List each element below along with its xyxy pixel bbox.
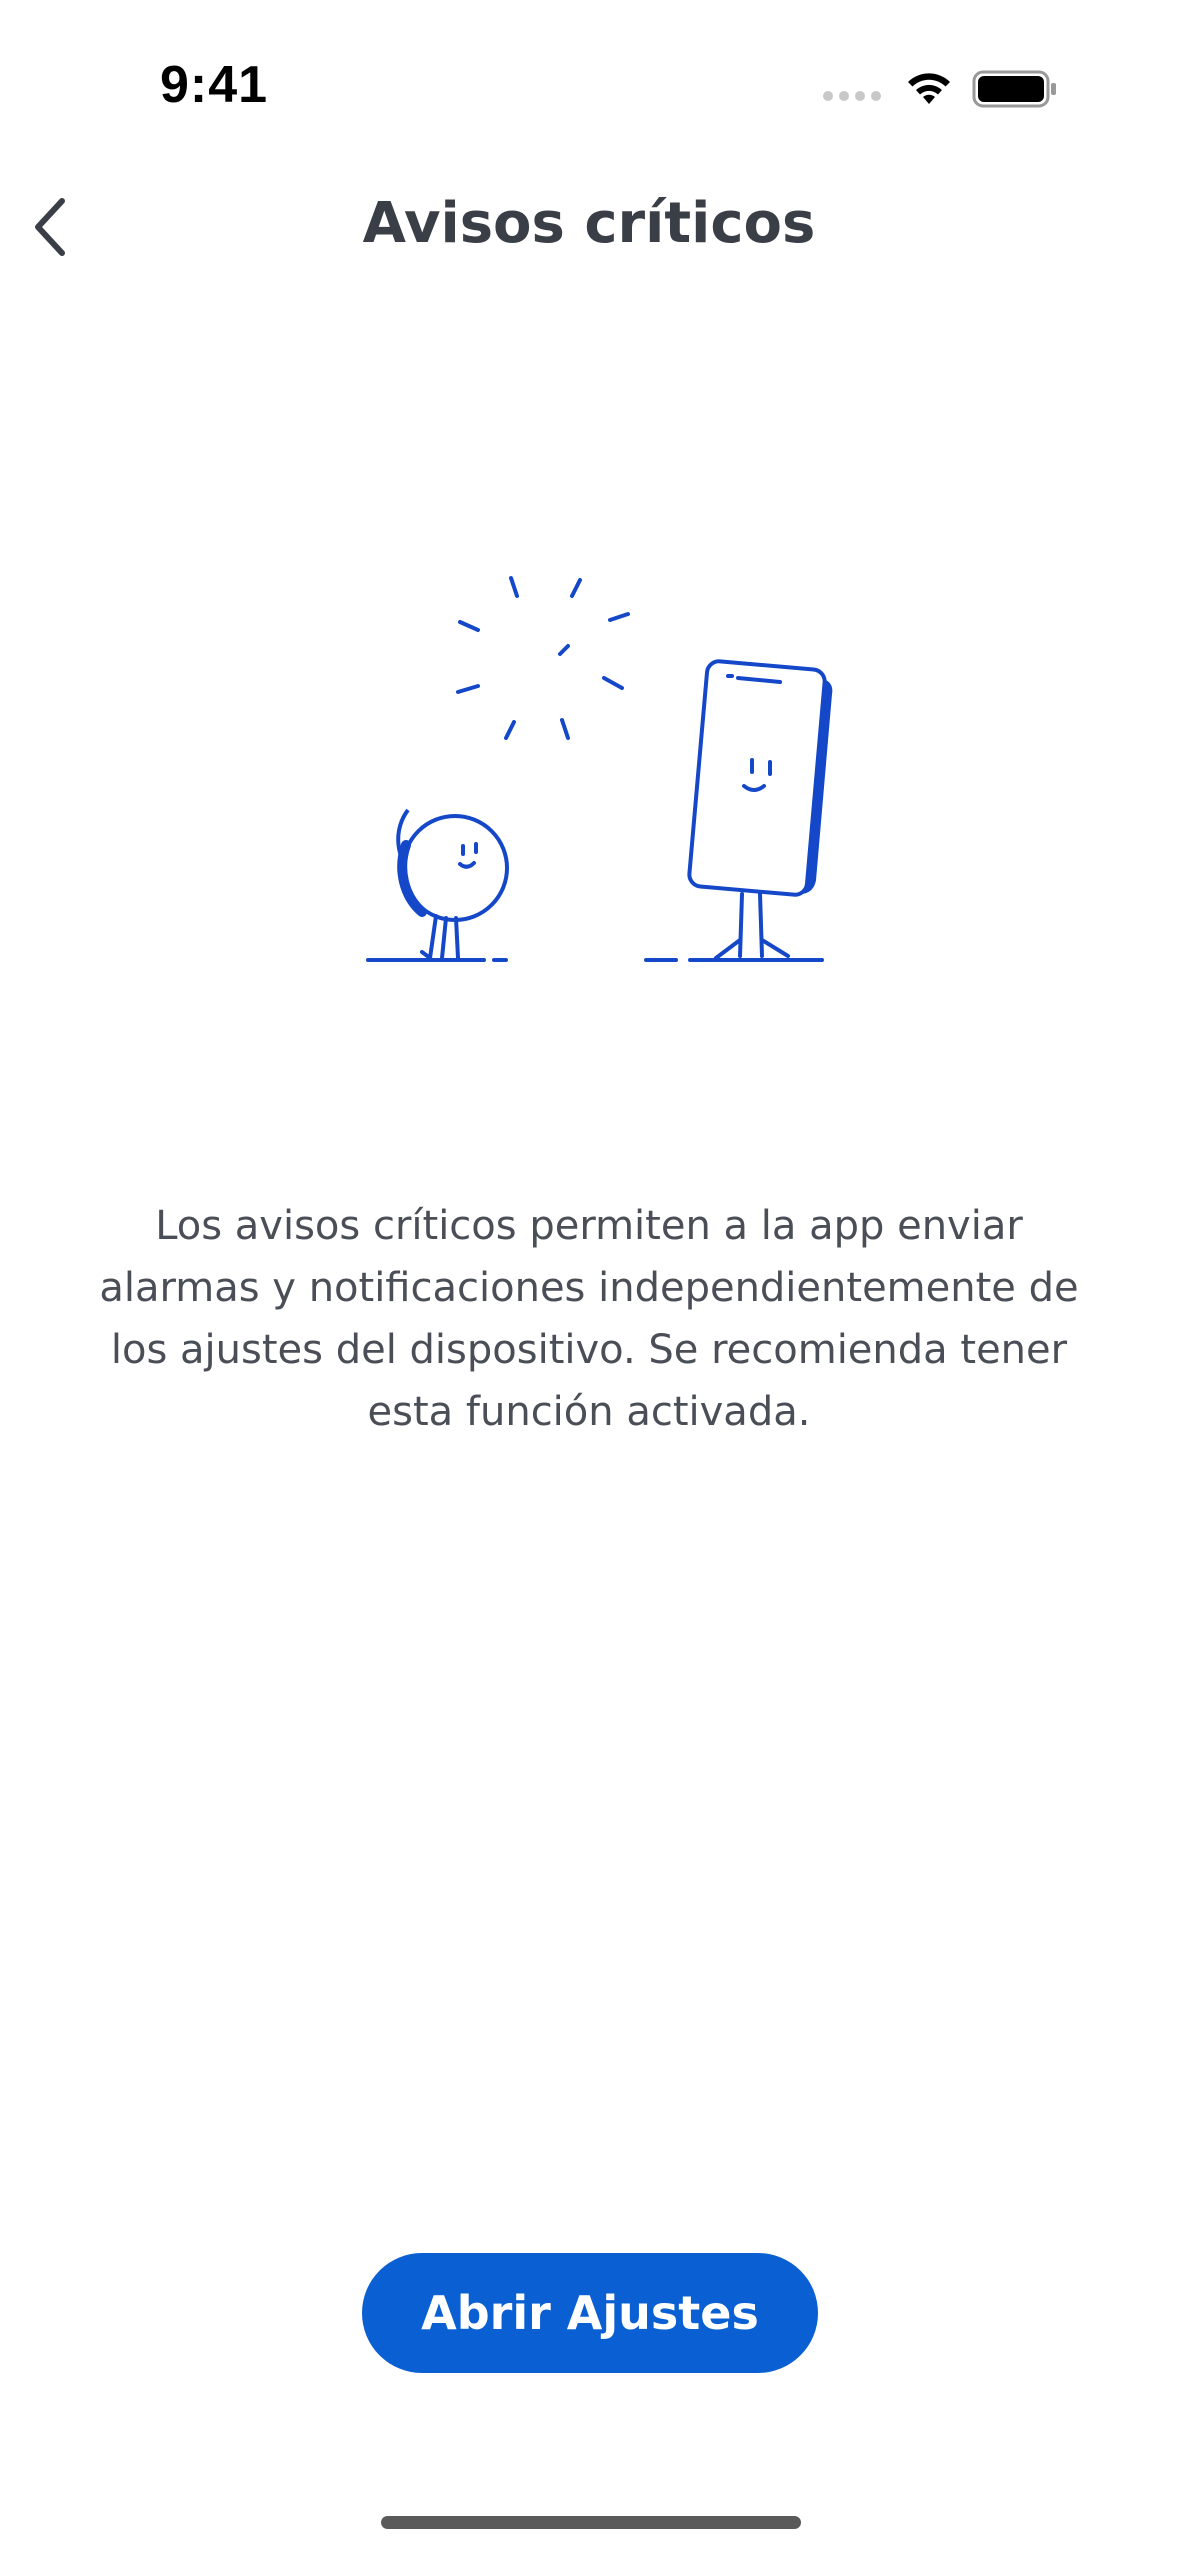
- critical-alerts-illustration: [360, 560, 840, 980]
- burst-line: [570, 578, 582, 598]
- burst-line: [509, 576, 519, 598]
- illustration-art: [366, 576, 833, 962]
- round-character: [366, 808, 509, 962]
- burst-line: [504, 720, 516, 740]
- burst-line: [608, 612, 630, 622]
- burst-line: [558, 644, 570, 656]
- burst-line: [456, 684, 480, 694]
- description-text: Los avisos críticos permiten a la app en…: [99, 1203, 1079, 1435]
- page-title: Avisos críticos: [362, 191, 816, 256]
- cellular-signal-icon: [823, 91, 881, 101]
- nav-bar: Avisos críticos: [0, 175, 1178, 280]
- status-time: 9:41: [160, 56, 269, 114]
- burst-line: [560, 718, 570, 740]
- burst-line: [602, 676, 624, 690]
- wifi-icon: [908, 73, 950, 104]
- status-bar: 9:41: [0, 0, 1178, 175]
- battery-icon: [972, 70, 1056, 108]
- phone-character: [644, 659, 833, 962]
- home-indicator[interactable]: [381, 2516, 801, 2529]
- burst-line: [458, 620, 480, 632]
- open-settings-button[interactable]: Abrir Ajustes: [362, 2253, 818, 2373]
- status-icons: [822, 62, 1082, 112]
